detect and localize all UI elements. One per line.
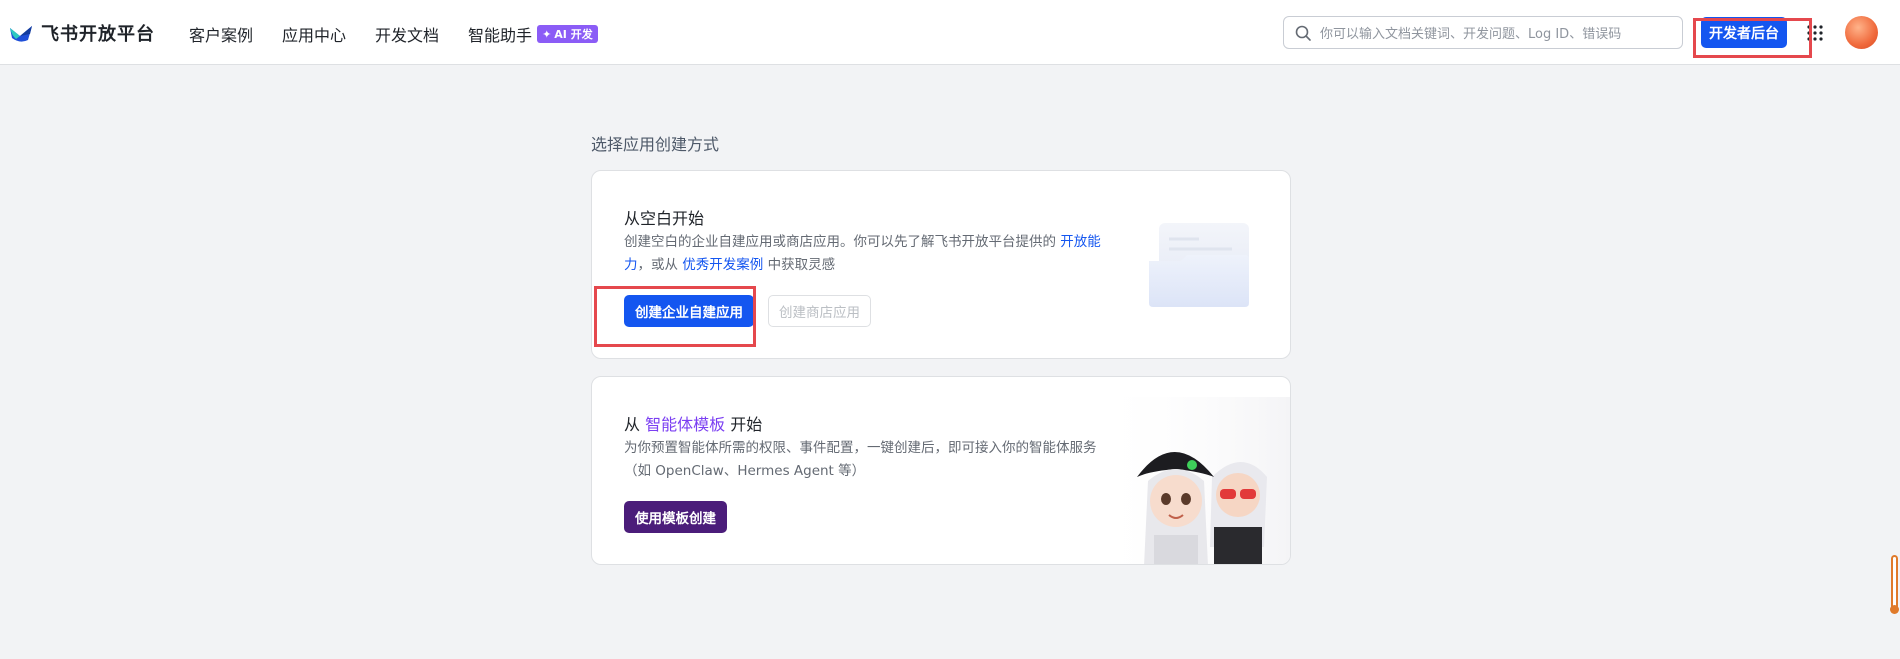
main-nav: 客户案例 应用中心 开发文档 智能助手 ✦ AI 开发: [189, 22, 598, 46]
ai-badge-label: AI 开发: [554, 28, 593, 41]
template-card-description: 为你预置智能体所需的权限、事件配置，一键创建后，即可接入你的智能体服务（如 Op…: [624, 440, 1097, 479]
blank-desc-text-3: 中获取灵感: [763, 257, 836, 273]
agent-template-card: 从 智能体模板 开始 为你预置智能体所需的权限、事件配置，一键创建后，即可接入你…: [591, 376, 1291, 565]
use-template-button[interactable]: 使用模板创建: [624, 501, 727, 533]
search-placeholder: 你可以输入文档关键词、开发问题、Log ID、错误码: [1320, 27, 1622, 42]
template-title-prefix: 从: [624, 415, 646, 434]
nav-smart-assistant[interactable]: 智能助手: [468, 22, 532, 46]
feishu-logo-icon: [10, 26, 32, 42]
folder-illustration-icon: [1149, 223, 1249, 307]
annotation-highlight-dev-console: [1693, 18, 1812, 58]
search-input[interactable]: 你可以输入文档关键词、开发问题、Log ID、错误码: [1283, 16, 1683, 49]
agent-characters-illustration-icon: [1092, 397, 1290, 564]
brand-name: 飞书开放平台: [41, 24, 155, 45]
sparkle-icon: ✦: [542, 27, 552, 41]
blank-card-title: 从空白开始: [624, 209, 705, 228]
user-avatar[interactable]: [1845, 16, 1878, 49]
top-navigation-bar: 飞书开放平台 客户案例 应用中心 开发文档 智能助手 ✦ AI 开发 你可以输入…: [0, 0, 1900, 65]
template-title-suffix: 开始: [725, 415, 763, 434]
scroll-progress-indicator[interactable]: [1890, 555, 1899, 614]
ai-dev-badge[interactable]: ✦ AI 开发: [537, 25, 598, 43]
blank-desc-text-1: 创建空白的企业自建应用或商店应用。你可以先了解飞书开放平台提供的: [624, 234, 1061, 250]
search-icon: [1295, 25, 1311, 41]
blank-card-description: 创建空白的企业自建应用或商店应用。你可以先了解飞书开放平台提供的 开放能力，或从…: [624, 231, 1104, 277]
section-title: 选择应用创建方式: [591, 135, 720, 154]
nav-customer-cases[interactable]: 客户案例: [189, 22, 253, 46]
template-card-title: 从 智能体模板 开始: [624, 411, 762, 435]
annotation-highlight-create-app: [594, 286, 756, 347]
create-store-app-button[interactable]: 创建商店应用: [768, 295, 871, 327]
agent-template-link[interactable]: 智能体模板: [645, 415, 725, 434]
nav-app-center[interactable]: 应用中心: [282, 22, 346, 46]
brand-logo[interactable]: 飞书开放平台: [8, 20, 155, 46]
nav-dev-docs[interactable]: 开发文档: [375, 22, 439, 46]
blank-desc-text-2: ，或从: [637, 257, 683, 273]
dev-cases-link[interactable]: 优秀开发案例: [682, 257, 763, 273]
